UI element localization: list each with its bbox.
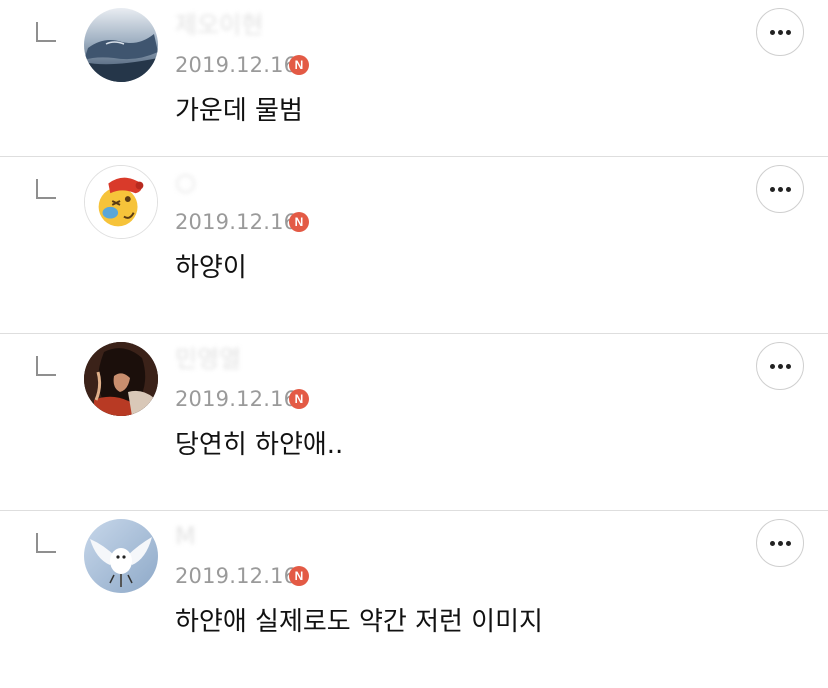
- comment-date: 2019.12.16: [175, 387, 298, 411]
- new-badge-icon: N: [289, 55, 309, 75]
- more-options-button[interactable]: [756, 165, 804, 213]
- new-badge-icon: N: [289, 212, 309, 232]
- comment-nickname[interactable]: 제오이현: [175, 10, 263, 40]
- comment-text: 하양이: [175, 253, 247, 283]
- more-options-icon: [785, 186, 791, 192]
- comment-nickname[interactable]: ○: [175, 167, 196, 197]
- more-options-icon: [785, 540, 791, 546]
- more-options-icon: [769, 29, 775, 35]
- avatar[interactable]: [84, 8, 158, 82]
- portrait-photo-avatar: [84, 342, 158, 416]
- comment-list: 제오이현 2019.12.16 N 가운데 물범 ○ 2019.12.16 N …: [0, 0, 828, 688]
- more-options-button[interactable]: [756, 8, 804, 56]
- comment-text: 하얀애 실제로도 약간 저런 이미지: [175, 607, 543, 637]
- more-options-icon: [785, 29, 791, 35]
- more-options-icon: [777, 186, 783, 192]
- comment-nickname[interactable]: M: [175, 521, 196, 551]
- white-bird-avatar: [84, 519, 158, 593]
- comment-item: ○ 2019.12.16 N 하양이: [0, 157, 828, 334]
- avatar[interactable]: [84, 342, 158, 416]
- comment-nickname[interactable]: 민영열: [175, 344, 241, 374]
- more-options-icon: [769, 363, 775, 369]
- comment-item: 민영열 2019.12.16 N 당연히 하얀애..: [0, 334, 828, 511]
- comment-date: 2019.12.16: [175, 210, 298, 234]
- comment-text: 가운데 물범: [175, 96, 303, 126]
- more-options-icon: [785, 363, 791, 369]
- comment-date: 2019.12.16: [175, 564, 298, 588]
- cartoon-character-avatar: [85, 166, 157, 238]
- reply-arrow-icon: [36, 22, 56, 42]
- comment-text: 당연히 하얀애..: [175, 430, 344, 460]
- reply-arrow-icon: [36, 356, 56, 376]
- reply-arrow-icon: [36, 533, 56, 553]
- reply-arrow-icon: [36, 179, 56, 199]
- comment-item: M 2019.12.16 N 하얀애 실제로도 약간 저런 이미지: [0, 511, 828, 688]
- comment-date: 2019.12.16: [175, 53, 298, 77]
- more-options-button[interactable]: [756, 519, 804, 567]
- more-options-icon: [777, 363, 783, 369]
- new-badge-icon: N: [289, 389, 309, 409]
- more-options-button[interactable]: [756, 342, 804, 390]
- more-options-icon: [777, 540, 783, 546]
- more-options-icon: [777, 29, 783, 35]
- avatar[interactable]: [84, 519, 158, 593]
- comment-item: 제오이현 2019.12.16 N 가운데 물범: [0, 0, 828, 157]
- more-options-icon: [769, 540, 775, 546]
- more-options-icon: [769, 186, 775, 192]
- avatar[interactable]: [84, 165, 158, 239]
- new-badge-icon: N: [289, 566, 309, 586]
- whale-photo-avatar: [84, 8, 158, 82]
